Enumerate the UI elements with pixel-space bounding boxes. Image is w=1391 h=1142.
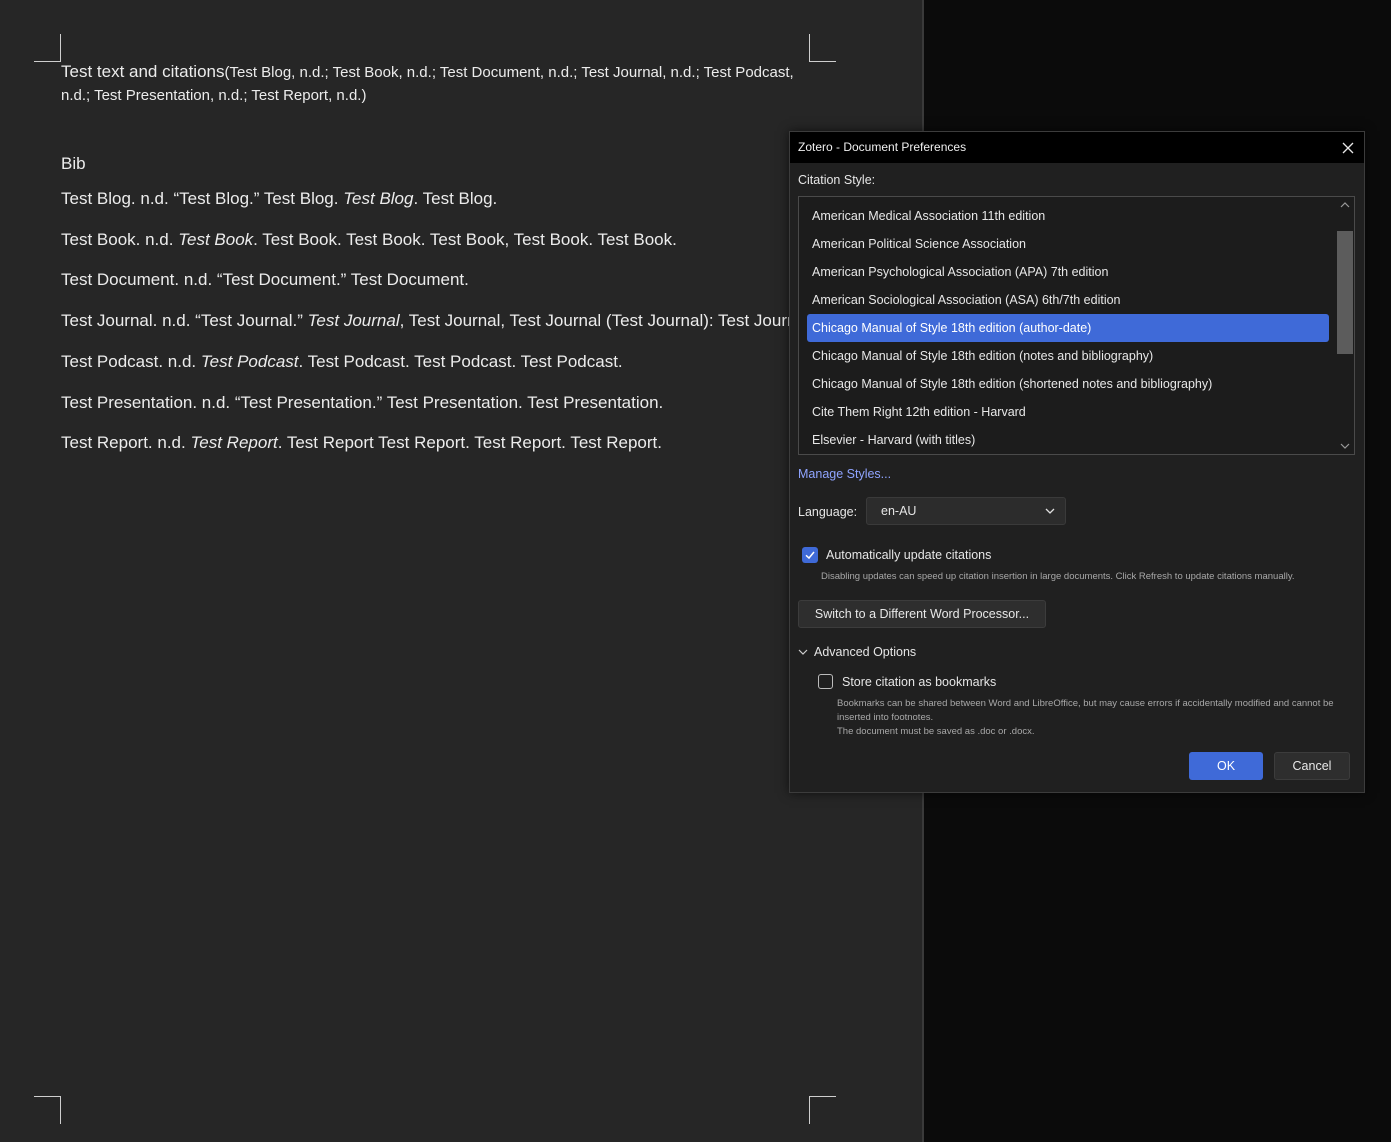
bibliography-entry-text: . Test Blog. — [413, 189, 498, 208]
bibliography-entry-italic: Test Podcast — [200, 351, 299, 371]
style-list-item[interactable]: Chicago Manual of Style 18th edition (au… — [807, 314, 1329, 342]
body-text: Test text and citations — [61, 62, 225, 81]
citation-style-label: Citation Style: — [798, 173, 876, 187]
bibliography-entry-text: . Test Book. Test Book. Test Book, Test … — [253, 229, 677, 249]
language-select[interactable]: en-AU — [866, 497, 1066, 525]
bookmarks-description: Bookmarks can be shared between Word and… — [837, 697, 1352, 739]
style-list-item[interactable]: American Sociological Association (ASA) … — [807, 286, 1329, 314]
bibliography-entry-text: Test Presentation. n.d. “Test Presentati… — [61, 392, 664, 412]
style-list-item[interactable]: American Political Science Association — [807, 230, 1329, 258]
bibliography-entry-text: Test Blog. n.d. “Test Blog.” Test Blog. — [61, 189, 344, 208]
scroll-down-icon[interactable] — [1340, 442, 1350, 450]
ok-button[interactable]: OK — [1189, 752, 1263, 780]
bibliography-entry-italic: Test Book — [178, 229, 254, 249]
style-list-item[interactable]: Chicago Manual of Style 18th edition (no… — [807, 342, 1329, 370]
close-button[interactable] — [1332, 132, 1364, 163]
margin-corner-bottom-right — [809, 1096, 836, 1124]
checkmark-icon — [805, 551, 815, 560]
bookmarks-description-line: Bookmarks can be shared between Word and… — [837, 698, 1334, 723]
bibliography-entry-italic: Test Report — [190, 433, 278, 453]
bookmarks-label[interactable]: Store citation as bookmarks — [842, 675, 996, 689]
bibliography-entry-italic: Test Blog — [343, 189, 414, 208]
style-list-item[interactable]: Chicago Manual of Style 18th edition (sh… — [807, 370, 1329, 398]
style-list-item[interactable]: American Medical Association 11th editio… — [807, 202, 1329, 230]
language-label: Language: — [798, 505, 858, 519]
document-page[interactable]: Test text and citations(Test Blog, n.d.;… — [0, 0, 922, 1142]
margin-corner-top-right — [809, 34, 836, 62]
scroll-up-icon[interactable] — [1340, 201, 1350, 209]
margin-corner-bottom-left — [34, 1096, 61, 1124]
margin-corner-top-left — [34, 34, 61, 62]
document-preferences-dialog: Zotero - Document Preferences Citation S… — [789, 131, 1365, 793]
bibliography-entry-text: Test Report. n.d. — [61, 433, 191, 453]
bibliography-entry-text: , Test Journal, Test Journal (Test Journ… — [399, 311, 810, 331]
dialog-title: Zotero - Document Preferences — [798, 140, 967, 154]
chevron-down-icon — [1045, 508, 1055, 514]
style-list-item[interactable]: Elsevier - Harvard (with titles) — [807, 426, 1329, 454]
bibliography-entry-text: Test Journal. n.d. “Test Journal.” — [61, 311, 308, 331]
bibliography-entry-italic: Test Journal — [307, 311, 400, 331]
bibliography-entry-text: . Test Report Test Report. Test Report. … — [277, 433, 662, 453]
auto-update-label[interactable]: Automatically update citations — [826, 548, 991, 562]
close-icon — [1342, 142, 1354, 153]
chevron-down-icon[interactable] — [798, 648, 808, 656]
bibliography-heading: Bib — [61, 154, 86, 173]
bibliography-entry-text: Test Podcast. n.d. — [61, 351, 201, 371]
style-list-item[interactable]: Cite Them Right 12th edition - Harvard — [807, 398, 1329, 426]
bookmarks-description-line: The document must be saved as .doc or .d… — [837, 726, 1035, 737]
dialog-titlebar[interactable]: Zotero - Document Preferences — [790, 132, 1364, 163]
bookmarks-checkbox[interactable] — [818, 674, 833, 689]
bibliography-entry-text: Test Document. n.d. “Test Document.” Tes… — [61, 270, 469, 290]
advanced-options-toggle[interactable]: Advanced Options — [814, 645, 916, 659]
cancel-button[interactable]: Cancel — [1274, 752, 1350, 780]
bibliography-entry-text: . Test Podcast. Test Podcast. Test Podca… — [298, 351, 623, 371]
document-paragraph[interactable]: Test text and citations(Test Blog, n.d.;… — [61, 60, 809, 107]
style-list-item[interactable]: American Psychological Association (APA)… — [807, 258, 1329, 286]
auto-update-checkbox[interactable] — [802, 547, 818, 563]
scrollbar-thumb[interactable] — [1337, 231, 1353, 354]
auto-update-description: Disabling updates can speed up citation … — [821, 571, 1295, 582]
manage-styles-link[interactable]: Manage Styles... — [798, 467, 891, 481]
language-value: en-AU — [881, 504, 917, 518]
citation-style-list[interactable]: American Medical Association 11th editio… — [798, 196, 1355, 455]
bibliography-entry-text: Test Book. n.d. — [61, 229, 179, 249]
scrollbar[interactable] — [1336, 197, 1354, 454]
switch-word-processor-button[interactable]: Switch to a Different Word Processor... — [798, 600, 1046, 628]
